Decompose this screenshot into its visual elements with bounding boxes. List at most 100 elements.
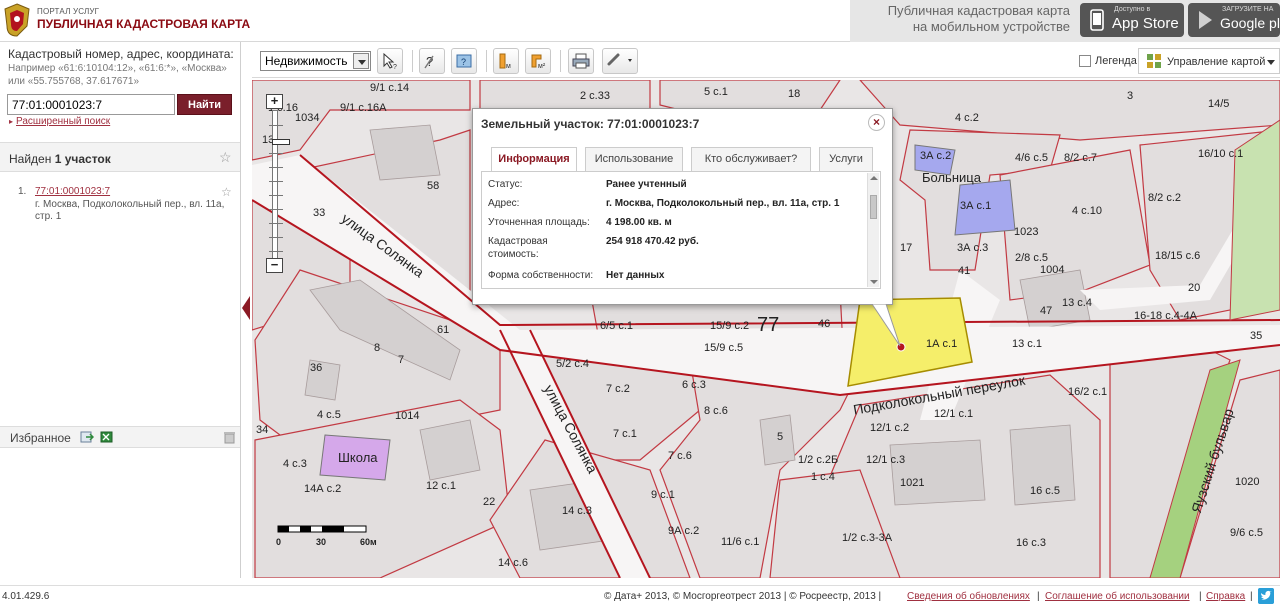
updates-link[interactable]: Сведения об обновлениях bbox=[907, 591, 1030, 602]
map-label: 33 bbox=[313, 207, 326, 219]
map-toolbar: Недвижимость ? ? ? м м² Легенда Управлен… bbox=[252, 44, 1280, 78]
map-label: 41 bbox=[958, 265, 971, 277]
result-address: г. Москва, Подколокольный пер., вл. 11а,… bbox=[35, 199, 225, 222]
ownership-value: Нет данных bbox=[606, 270, 665, 281]
appstore-button[interactable]: Доступно в App Store bbox=[1080, 3, 1184, 37]
result-link[interactable]: 77:01:0001023:7 bbox=[35, 186, 110, 197]
map-label: 1/2 с.2Б bbox=[798, 454, 839, 466]
favorites-label: Избранное bbox=[10, 431, 71, 445]
map-label: 4 с.2 bbox=[955, 112, 979, 124]
map-control-dropdown[interactable]: Управление картой bbox=[1138, 48, 1280, 74]
advanced-search-link[interactable]: ▸ Расширенный поиск bbox=[9, 116, 110, 127]
status-label: Статус: bbox=[488, 179, 523, 190]
help-link[interactable]: Справка bbox=[1206, 591, 1245, 602]
excel-icon[interactable] bbox=[100, 431, 114, 443]
layer-select[interactable]: Недвижимость bbox=[260, 51, 371, 71]
twitter-icon[interactable] bbox=[1258, 588, 1274, 604]
zoom-tick bbox=[269, 181, 283, 182]
map-label: 47 bbox=[1040, 305, 1053, 317]
zoom-control: + − bbox=[266, 94, 290, 276]
zoom-slider-handle[interactable] bbox=[272, 139, 290, 145]
info-tool-button[interactable]: ? bbox=[451, 48, 477, 74]
found-count: 1 участок bbox=[54, 152, 111, 166]
map-label: 1020 bbox=[1235, 476, 1260, 488]
svg-text:?: ? bbox=[461, 57, 466, 67]
map-label: 1023 bbox=[1014, 226, 1039, 238]
print-button[interactable] bbox=[568, 48, 594, 74]
scroll-thumb[interactable] bbox=[870, 195, 877, 219]
tab-usage[interactable]: Использование bbox=[585, 147, 683, 171]
legend-label[interactable]: Легенда bbox=[1095, 55, 1137, 67]
export-icon[interactable] bbox=[80, 431, 94, 443]
map-label: 1004 bbox=[1040, 264, 1065, 276]
measure-area-button[interactable]: м² bbox=[525, 48, 551, 74]
popup-info-panel: Статус: Ранее учтенный Адрес: г. Москва,… bbox=[481, 171, 881, 289]
map-label: 61 bbox=[437, 324, 450, 336]
scroll-down-icon[interactable] bbox=[870, 280, 878, 284]
footer: 4.01.429.6 © Дата+ 2013, © Мосгоргеотрес… bbox=[0, 585, 1280, 606]
search-hint: Например «61:6:10104:12», «61:6:*», «Мос… bbox=[8, 63, 227, 87]
copyright-text: © Дата+ 2013, © Мосгоргеотрест 2013 | © … bbox=[604, 591, 882, 602]
popup-pointer bbox=[871, 304, 901, 347]
tab-services[interactable]: Услуги bbox=[819, 147, 873, 171]
map-label: 9/6 с.5 bbox=[1230, 527, 1264, 539]
ownership-label: Форма собственности: bbox=[488, 270, 594, 281]
close-icon[interactable]: × bbox=[868, 114, 885, 131]
map-label: 4 с.10 bbox=[1072, 205, 1102, 217]
footer-separator: | bbox=[1250, 591, 1253, 602]
svg-text:?: ? bbox=[393, 64, 397, 70]
tab-who-serves[interactable]: Кто обслуживает? bbox=[691, 147, 811, 171]
popup-title: Земельный участок: 77:01:0001023:7 bbox=[481, 117, 700, 131]
popup-scrollbar[interactable] bbox=[867, 173, 879, 287]
map-label: 3А с.1 bbox=[960, 200, 992, 212]
result-star-icon[interactable]: ☆ bbox=[221, 185, 232, 199]
map-label: 3А с.3 bbox=[957, 242, 989, 254]
map-label: 58 bbox=[427, 180, 440, 192]
map-label: 5 bbox=[777, 431, 784, 443]
zoom-tick bbox=[269, 237, 283, 238]
map-label: 15/9 с.2 bbox=[710, 320, 750, 332]
map-label: 46 bbox=[818, 318, 831, 330]
map-label: 9А с.2 bbox=[668, 525, 700, 537]
scroll-up-icon[interactable] bbox=[870, 176, 878, 180]
map-label: 3 bbox=[1127, 90, 1134, 102]
zoom-out-button[interactable]: − bbox=[266, 258, 283, 273]
advanced-search-label: Расширенный поиск bbox=[16, 116, 111, 127]
map-label: 35 bbox=[1250, 330, 1263, 342]
portal-title[interactable]: ПУБЛИЧНАЯ КАДАСТРОВАЯ КАРТА bbox=[37, 17, 250, 31]
legend-checkbox[interactable] bbox=[1079, 55, 1091, 67]
map-label: 4 с.3 bbox=[283, 458, 307, 470]
measure-length-button[interactable]: м bbox=[493, 48, 519, 74]
map-label: 7 с.6 bbox=[668, 450, 692, 462]
map-label: 36 bbox=[310, 362, 323, 374]
map-label: 16 с.5 bbox=[1030, 485, 1060, 497]
search-hint-title: Кадастровый номер, адрес, координата: bbox=[8, 47, 234, 61]
map-label: 34 bbox=[256, 424, 269, 436]
zoom-tick bbox=[269, 167, 283, 168]
agreement-link[interactable]: Соглашение об использовании bbox=[1045, 591, 1190, 602]
building bbox=[419, 419, 481, 481]
googleplay-button[interactable]: ЗАГРУЗИТЕ НА Google play bbox=[1188, 3, 1280, 37]
search-input[interactable] bbox=[7, 94, 175, 115]
place-label-hospital: Больница bbox=[922, 170, 981, 185]
map-label: 16/2 с.1 bbox=[1068, 386, 1108, 398]
collapse-panel-icon[interactable] bbox=[242, 296, 250, 320]
map-label: 8/2 с.2 bbox=[1148, 192, 1182, 204]
zoom-in-button[interactable]: + bbox=[266, 94, 283, 109]
map-label: 14 с.3 bbox=[562, 505, 592, 517]
map-label: 1014 bbox=[395, 410, 420, 422]
parcel-popup: Земельный участок: 77:01:0001023:7 × Инф… bbox=[472, 108, 893, 305]
trash-icon[interactable] bbox=[224, 431, 235, 444]
zoom-tick bbox=[269, 209, 283, 210]
identify-tool-button[interactable]: ? bbox=[419, 48, 445, 74]
tab-information[interactable]: Информация bbox=[491, 147, 577, 172]
find-button[interactable]: Найти bbox=[177, 94, 232, 115]
select-tool-button[interactable]: ? bbox=[377, 48, 403, 74]
svg-text:м: м bbox=[506, 63, 511, 70]
toolbar-separator bbox=[486, 50, 487, 72]
star-icon[interactable]: ☆ bbox=[219, 150, 232, 164]
link-button[interactable] bbox=[602, 48, 638, 74]
mobile-promo-line2: на мобильном устройстве bbox=[912, 19, 1070, 34]
zoom-tick bbox=[269, 125, 283, 126]
zoom-slider-track[interactable] bbox=[269, 110, 290, 264]
